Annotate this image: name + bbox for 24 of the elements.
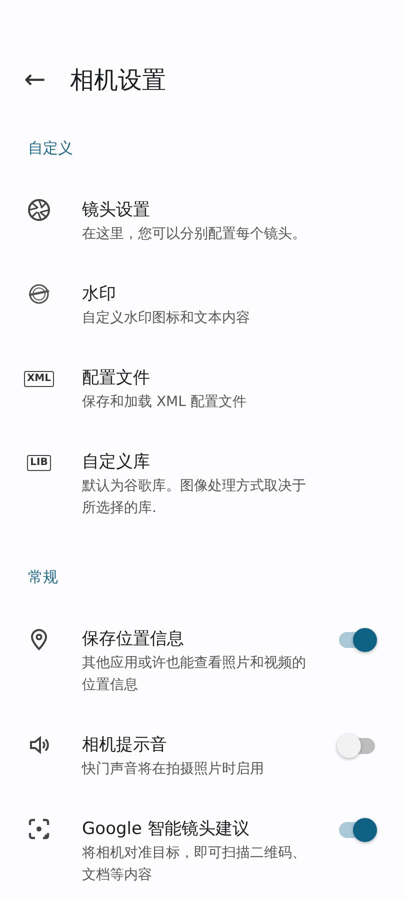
back-button[interactable]: ←: [20, 65, 50, 95]
setting-description: 快门声音将在拍摄照片时启用: [82, 760, 265, 779]
lens-scan-icon: [27, 817, 51, 841]
stamp-icon: [26, 282, 52, 306]
file-type-label: LIB: [27, 455, 51, 471]
page-title: 相机设置: [70, 65, 166, 96]
setting-description: 默认为谷歌库。图像处理方式取决于所选择的库.: [82, 477, 307, 518]
setting-description: 在这里，您可以分别配置每个镜头。: [82, 225, 307, 244]
setting-title: 水印: [82, 283, 117, 306]
setting-description: 保存和加载 XML 配置文件: [82, 393, 248, 412]
speaker-icon: [27, 733, 51, 757]
setting-description: 将相机对准目标，即可扫描二维码、文档等内容: [82, 844, 307, 885]
setting-title: 配置文件: [82, 367, 151, 390]
section-header: 自定义: [28, 139, 73, 157]
setting-title: 相机提示音: [82, 734, 168, 757]
setting-title: 保存位置信息: [82, 628, 185, 651]
aperture-icon: [27, 198, 51, 222]
setting-title: 自定义库: [82, 451, 151, 474]
section-header: 常规: [28, 568, 58, 586]
setting-title: 镜头设置: [82, 199, 151, 222]
setting-title: Google 智能镜头建议: [82, 818, 250, 841]
setting-description: 其他应用或许也能查看照片和视频的位置信息: [82, 654, 307, 695]
setting-description: 自定义水印图标和文本内容: [82, 309, 251, 328]
file-type-label: XML: [24, 371, 54, 387]
